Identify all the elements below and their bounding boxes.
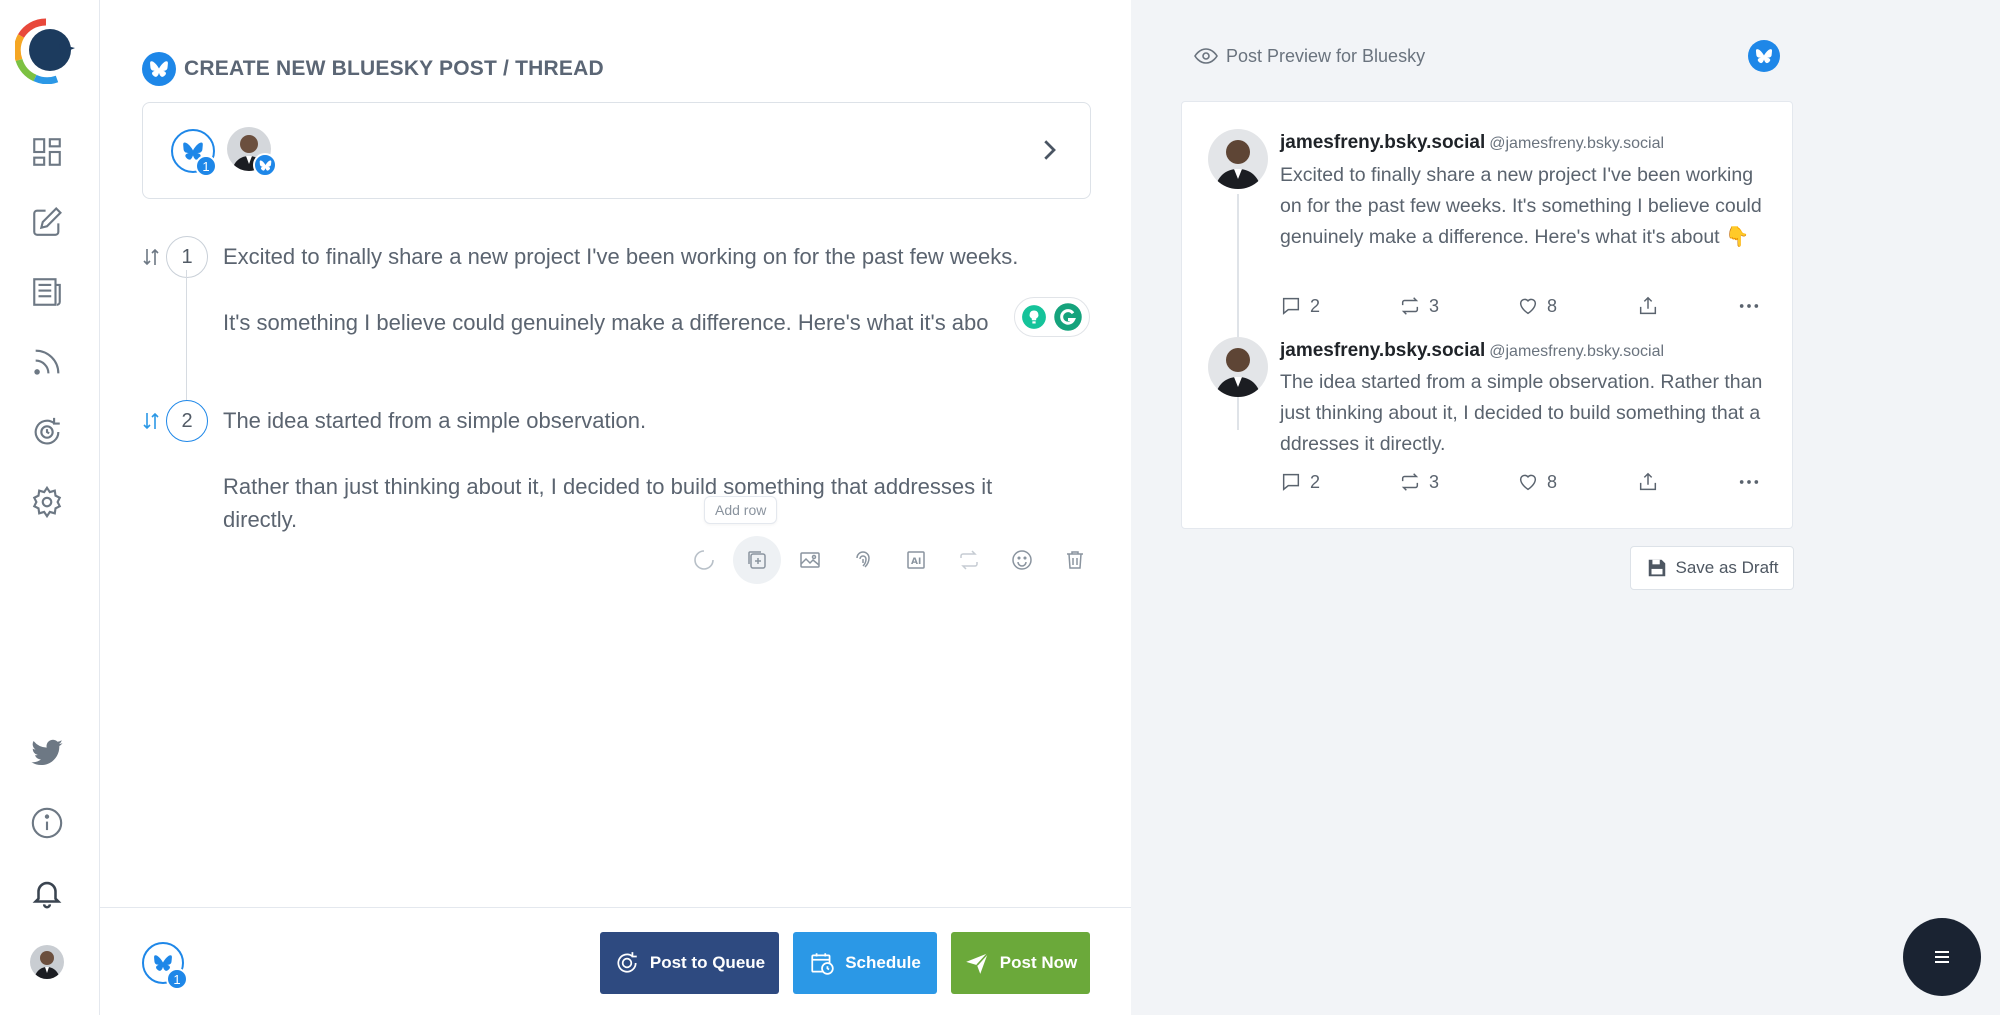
recycle-icon[interactable] <box>28 413 66 451</box>
preview-post-text: Excited to finally share a new project I… <box>1280 164 1762 248</box>
reply-action[interactable]: 2 <box>1280 471 1399 493</box>
app-logo[interactable] <box>13 18 77 85</box>
rss-icon[interactable] <box>28 343 66 381</box>
emoji-icon[interactable] <box>998 536 1046 584</box>
reply-count: 2 <box>1310 295 1321 316</box>
author-display-name: jamesfreny.bsky.social <box>1280 132 1486 153</box>
preview-header: Post Preview for Bluesky <box>1194 44 1425 68</box>
sort-icon[interactable] <box>142 410 160 432</box>
save-as-draft-label: Save as Draft <box>1675 558 1779 577</box>
fingerprint-icon[interactable] <box>839 536 887 584</box>
post-actions: 2 3 8 <box>1280 471 1768 493</box>
schedule-label: Schedule <box>845 953 921 972</box>
post-to-queue-button[interactable]: Post to Queue <box>600 932 779 994</box>
sidebar <box>0 0 100 1015</box>
comment-icon <box>1282 297 1300 315</box>
repost-icon <box>1401 297 1419 315</box>
menu-fab-button[interactable] <box>1903 918 1981 996</box>
thread-connector <box>186 270 187 418</box>
post-text-input[interactable]: The idea started from a simple observati… <box>223 404 1123 536</box>
avatar <box>1208 129 1268 189</box>
trash-icon[interactable] <box>1051 536 1099 584</box>
sort-icon[interactable] <box>142 246 160 268</box>
composer-footer: 1 Post to Queue Schedule Post Now <box>100 907 1131 1015</box>
account-count-badge: 1 <box>195 155 217 177</box>
more-action[interactable] <box>1738 471 1760 493</box>
schedule-button[interactable]: Schedule <box>793 932 937 994</box>
author-display-name: jamesfreny.bsky.social <box>1280 340 1486 361</box>
account-selector[interactable]: 1 <box>142 102 1091 199</box>
bluesky-icon <box>253 153 277 177</box>
reply-action[interactable]: 2 <box>1280 295 1399 317</box>
save-icon <box>1648 559 1665 577</box>
avatar <box>1208 337 1268 397</box>
add-row-icon[interactable] <box>733 536 781 584</box>
account-count-badge: 1 <box>166 968 188 990</box>
chevron-right-icon[interactable] <box>1034 135 1064 165</box>
author-handle: @jamesfreny.bsky.social <box>1489 135 1665 152</box>
post-number: 1 <box>166 236 208 278</box>
like-count: 8 <box>1547 295 1558 316</box>
repost-count: 3 <box>1429 295 1440 316</box>
share-action[interactable] <box>1637 295 1738 317</box>
author-name: jamesfreny.bsky.social @jamesfreny.bsky.s… <box>1280 132 1664 154</box>
bluesky-icon <box>1748 40 1780 72</box>
post-now-button[interactable]: Post Now <box>951 932 1090 994</box>
heart-icon <box>1519 474 1537 491</box>
preview-panel: Post Preview for Bluesky jamesfreny.bsky… <box>1131 0 2000 1015</box>
comment-icon <box>1282 473 1300 491</box>
share-icon <box>1639 472 1657 491</box>
more-icon <box>1739 304 1759 308</box>
ai-icon[interactable]: AI <box>892 536 940 584</box>
save-as-draft-button[interactable]: Save as Draft <box>1630 546 1794 590</box>
bell-icon[interactable] <box>28 874 66 912</box>
more-action[interactable] <box>1738 295 1760 317</box>
grammarly-widget[interactable] <box>1014 297 1090 337</box>
like-count: 8 <box>1547 471 1558 492</box>
hamburger-icon <box>1935 951 1949 963</box>
twitter-icon[interactable] <box>28 734 66 772</box>
settings-icon[interactable] <box>28 483 66 521</box>
repost-count: 3 <box>1429 471 1440 492</box>
eye-icon <box>1194 48 1218 64</box>
info-icon[interactable] <box>28 804 66 842</box>
avatar[interactable] <box>30 945 64 979</box>
share-icon <box>1639 296 1657 315</box>
share-action[interactable] <box>1637 471 1738 493</box>
post-actions: 2 3 8 <box>1280 295 1768 317</box>
bluesky-icon <box>142 52 176 86</box>
more-icon <box>1739 480 1759 484</box>
loading-icon <box>680 536 728 584</box>
reply-count: 2 <box>1310 471 1321 492</box>
repost-action[interactable]: 3 <box>1399 471 1517 493</box>
author-name: jamesfreny.bsky.social @jamesfreny.bsky.s… <box>1280 340 1664 362</box>
post-now-label: Post Now <box>999 953 1078 972</box>
dashboard-icon[interactable] <box>28 133 66 171</box>
calendar-clock-icon <box>811 953 834 975</box>
repost-action[interactable]: 3 <box>1399 295 1517 317</box>
compose-icon[interactable] <box>28 203 66 241</box>
retweet-icon[interactable] <box>945 536 993 584</box>
queue-icon <box>617 952 637 973</box>
like-action[interactable]: 8 <box>1517 471 1637 493</box>
preview-card: jamesfreny.bsky.social @jamesfreny.bsky.s… <box>1181 101 1793 529</box>
svg-text:AI: AI <box>911 557 921 567</box>
add-row-tooltip: Add row <box>704 496 778 524</box>
grammarly-icon[interactable] <box>1053 302 1083 332</box>
lightbulb-icon[interactable] <box>1021 304 1047 330</box>
repost-icon <box>1401 473 1419 491</box>
post-to-queue-label: Post to Queue <box>649 953 766 972</box>
send-icon <box>965 952 989 974</box>
preview-post-text: The idea started from a simple observati… <box>1280 371 1763 455</box>
author-handle: @jamesfreny.bsky.social <box>1489 343 1665 360</box>
page-title: CREATE NEW BLUESKY POST / THREAD <box>184 57 604 80</box>
preview-title: Post Preview for Bluesky <box>1226 45 1426 66</box>
posts-icon[interactable] <box>28 273 66 311</box>
composer-header: CREATE NEW BLUESKY POST / THREAD <box>142 52 604 86</box>
image-icon[interactable] <box>786 536 834 584</box>
heart-icon <box>1519 298 1537 315</box>
post-number: 2 <box>166 400 208 442</box>
like-action[interactable]: 8 <box>1517 295 1637 317</box>
post-toolbar: AI <box>680 536 1099 584</box>
